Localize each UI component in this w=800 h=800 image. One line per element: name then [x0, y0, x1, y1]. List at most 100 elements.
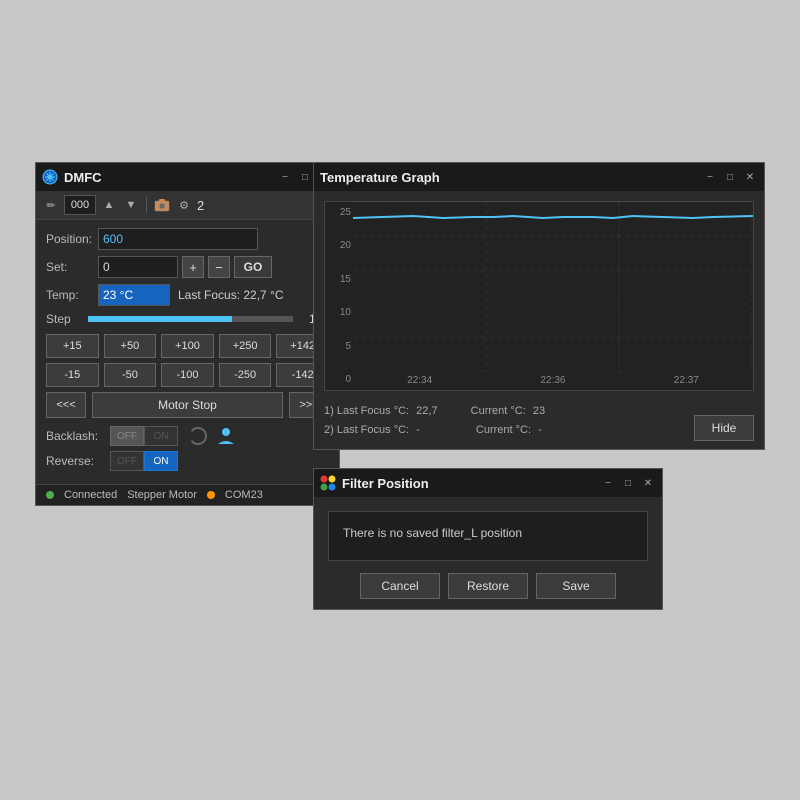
gear-icon[interactable]: ⚙	[175, 196, 193, 214]
nav-left-btn[interactable]: <<<	[46, 392, 86, 418]
toolbar-separator	[146, 197, 147, 213]
port-dot	[207, 491, 215, 499]
filter-save-btn[interactable]: Save	[536, 573, 616, 599]
filter-restore-btn[interactable]: Restore	[448, 573, 528, 599]
filter-message: There is no saved filter_L position	[328, 511, 648, 561]
filter-close-btn[interactable]	[640, 475, 656, 491]
step-label: Step	[46, 312, 82, 326]
step-btn-plus250[interactable]: +250	[219, 334, 272, 358]
reverse-off-btn[interactable]: OFF	[110, 451, 144, 471]
temp-title: Temperature Graph	[320, 170, 702, 185]
filter-title-bar: Filter Position	[314, 469, 662, 497]
step-btn-plus100[interactable]: +100	[161, 334, 214, 358]
toolbar-number[interactable]: 000	[64, 195, 96, 215]
dmfc-minimize-btn[interactable]	[277, 169, 293, 185]
dmfc-title-icon	[42, 169, 58, 185]
set-row: Set: + − GO	[46, 256, 329, 278]
hide-btn[interactable]: Hide	[694, 415, 754, 441]
connected-dot	[46, 491, 54, 499]
arrow-down-icon[interactable]: ▼	[122, 196, 140, 214]
legend-row2-label: 2) Last Focus °C:	[324, 424, 409, 436]
dmfc-title: DMFC	[64, 170, 277, 185]
connected-text: Connected	[64, 489, 117, 501]
filter-cancel-btn[interactable]: Cancel	[360, 573, 440, 599]
legend-row2: 2) Last Focus °C: - Current °C: -	[324, 421, 754, 440]
set-decrement-btn[interactable]: −	[208, 256, 230, 278]
temp-input[interactable]	[98, 284, 170, 306]
step-slider[interactable]	[88, 316, 293, 322]
toolbar-extra-icons	[188, 426, 236, 446]
filter-title: Filter Position	[342, 476, 600, 491]
motor-nav-row: <<< Motor Stop >>>	[46, 392, 329, 418]
filter-buttons: Cancel Restore Save	[328, 573, 648, 599]
step-btn-minus250[interactable]: -250	[219, 363, 272, 387]
position-row: Position:	[46, 228, 329, 250]
temp-title-bar: Temperature Graph	[314, 163, 764, 191]
legend-row2-current-label: Current °C:	[476, 424, 531, 436]
graph-inner	[353, 202, 753, 370]
backlash-label: Backlash:	[46, 429, 110, 443]
graph-legend-area: 1) Last Focus °C: 22,7 Current °C: 23 2)…	[314, 396, 764, 449]
y-label-25: 25	[327, 207, 351, 218]
x-label-2236: 22:36	[540, 375, 565, 386]
legend-row1: 1) Last Focus °C: 22,7 Current °C: 23	[324, 402, 754, 421]
motor-stop-btn[interactable]: Motor Stop	[92, 392, 283, 418]
backlash-row: Backlash: OFF ON	[46, 426, 329, 446]
backlash-off-btn[interactable]: OFF	[110, 426, 144, 446]
temp-row: Temp: Last Focus: 22,7 °C	[46, 284, 329, 306]
port-text: COM23	[225, 489, 263, 501]
temp-close-btn[interactable]	[742, 169, 758, 185]
negative-step-buttons: -15 -50 -100 -250 -142	[46, 363, 329, 387]
dmfc-status-bar: Connected Stepper Motor COM23	[36, 484, 339, 505]
pencil-icon[interactable]: ✏	[42, 196, 60, 214]
graph-area: 25 20 15 10 5 0	[314, 191, 764, 396]
legend-row1-label: 1) Last Focus °C:	[324, 405, 409, 417]
step-slider-fill	[88, 316, 232, 322]
dmfc-toolbar: ✏ 000 ▲ ▼ ⚙ 2	[36, 191, 339, 220]
legend-row1-value: 22,7	[416, 405, 437, 417]
arrow-up-icon[interactable]: ▲	[100, 196, 118, 214]
x-label-2234: 22:34	[407, 375, 432, 386]
filter-minimize-btn[interactable]	[600, 475, 616, 491]
dmfc-title-bar: DMFC	[36, 163, 339, 191]
camera-icon[interactable]	[153, 196, 171, 214]
set-input[interactable]	[98, 256, 178, 278]
legend-row2-current-value: -	[538, 424, 542, 436]
step-row: Step 142	[46, 312, 329, 326]
set-increment-btn[interactable]: +	[182, 256, 204, 278]
filter-body: There is no saved filter_L position Canc…	[314, 497, 662, 609]
backlash-on-btn[interactable]: ON	[144, 426, 178, 446]
position-input[interactable]	[98, 228, 258, 250]
user-icon[interactable]	[216, 426, 236, 446]
reverse-row: Reverse: OFF ON	[46, 451, 329, 471]
x-axis: 22:34 22:36 22:37	[353, 370, 753, 390]
dmfc-maximize-btn[interactable]	[297, 169, 313, 185]
legend-row2-value: -	[416, 424, 420, 436]
temp-maximize-btn[interactable]	[722, 169, 738, 185]
motor-type-text: Stepper Motor	[127, 489, 197, 501]
temp-minimize-btn[interactable]	[702, 169, 718, 185]
last-focus-text: Last Focus: 22,7 °C	[178, 288, 284, 302]
step-btn-plus15[interactable]: +15	[46, 334, 99, 358]
go-btn[interactable]: GO	[234, 256, 272, 278]
legend-row1-current-label: Current °C:	[471, 405, 526, 417]
step-btn-minus50[interactable]: -50	[104, 363, 157, 387]
y-axis: 25 20 15 10 5 0	[325, 202, 353, 390]
graph-legend: 1) Last Focus °C: 22,7 Current °C: 23 2)…	[324, 402, 754, 439]
step-btn-plus50[interactable]: +50	[104, 334, 157, 358]
step-btn-minus100[interactable]: -100	[161, 363, 214, 387]
temp-graph-window: Temperature Graph 25 20 15 10 5 0	[313, 162, 765, 450]
dmfc-body: Position: Set: + − GO Temp: Last Focus: …	[36, 220, 339, 484]
positive-step-buttons: +15 +50 +100 +250 +142	[46, 334, 329, 358]
reverse-label: Reverse:	[46, 454, 110, 468]
temp-graph-svg	[353, 202, 753, 372]
reverse-on-btn[interactable]: ON	[144, 451, 178, 471]
set-controls: + − GO	[98, 256, 272, 278]
step-btn-minus15[interactable]: -15	[46, 363, 99, 387]
temp-label: Temp:	[46, 288, 98, 302]
filter-maximize-btn[interactable]	[620, 475, 636, 491]
position-label: Position:	[46, 232, 98, 246]
filter-window: Filter Position There is no saved filter…	[313, 468, 663, 610]
y-label-15: 15	[327, 274, 351, 285]
refresh-icon[interactable]	[188, 426, 208, 446]
